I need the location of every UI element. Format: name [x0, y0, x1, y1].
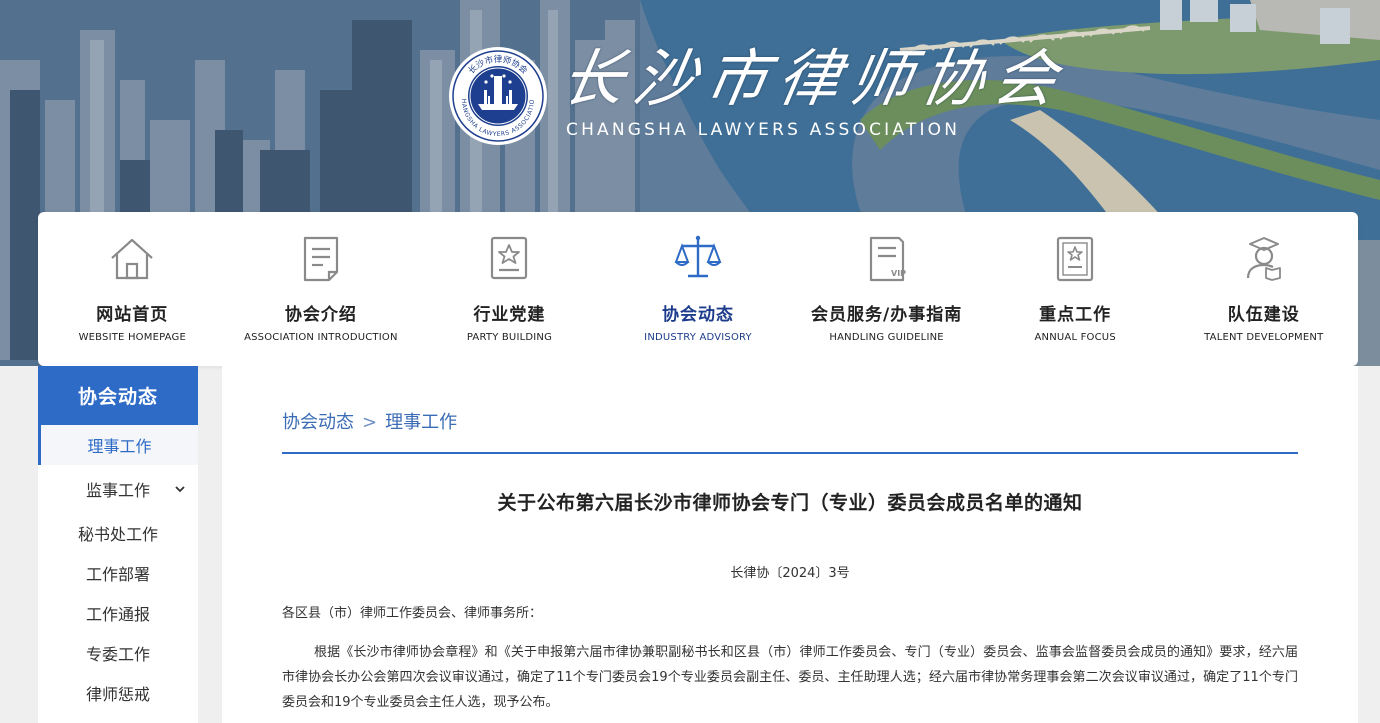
vip-card-icon: VIP	[869, 236, 906, 282]
certificate-icon	[1057, 236, 1094, 282]
svg-text:VIP: VIP	[891, 269, 906, 278]
nav-item-party-building[interactable]: 行业党建 PARTY BUILDING	[415, 212, 604, 366]
main-nav: 网站首页 WEBSITE HOMEPAGE 协会介绍 ASSOCIATION I…	[38, 212, 1358, 366]
nav-label-en: INDUSTRY ADVISORY	[644, 332, 752, 343]
nav-item-member-services[interactable]: VIP 会员服务/办事指南 HANDLING GUIDELINE	[792, 212, 981, 366]
nav-item-key-work[interactable]: 重点工作 ANNUAL FOCUS	[981, 212, 1170, 366]
sidebar: 协会动态 理事工作 监事工作 秘书处工作 工作部署 工作通报 专委工作 律师惩戒	[38, 366, 198, 723]
breadcrumb-item-council-work[interactable]: 理事工作	[385, 412, 457, 433]
sidebar-item-supervisory-work[interactable]: 监事工作	[38, 465, 198, 513]
sidebar-item-label: 专委工作	[85, 645, 150, 664]
graduate-icon	[1246, 237, 1281, 281]
sidebar-item-secretariat-work[interactable]: 秘书处工作	[38, 513, 198, 553]
association-logo: 长沙市律师协会 CHANGSHA LAWYERS ASSOCIATION	[448, 46, 547, 145]
nav-label-en: TALENT DEVELOPMENT	[1204, 332, 1324, 343]
breadcrumb-divider	[282, 452, 1298, 454]
nav-label-zh: 队伍建设	[1227, 305, 1300, 325]
sidebar-item-work-deployment[interactable]: 工作部署	[38, 553, 198, 593]
sidebar-item-lawyer-discipline[interactable]: 律师惩戒	[38, 673, 198, 713]
breadcrumb-item-news[interactable]: 协会动态	[282, 412, 354, 433]
article-salutation: 各区县（市）律师工作委员会、律师事务所：	[282, 606, 543, 621]
sidebar-item-label: 理事工作	[87, 437, 152, 456]
article-body: 根据《长沙市律师协会章程》和《关于申报第六届市律协兼职副秘书长和区县（市）律师工…	[282, 645, 1298, 710]
nav-label-en: WEBSITE HOMEPAGE	[78, 332, 187, 343]
breadcrumb-separator: >	[362, 412, 378, 433]
nav-item-news[interactable]: 协会动态 INDUSTRY ADVISORY	[604, 212, 793, 366]
nav-label-zh: 行业党建	[473, 305, 546, 325]
nav-label-zh: 协会动态	[662, 305, 735, 325]
nav-label-en: PARTY BUILDING	[466, 332, 553, 343]
sidebar-item-label: 秘书处工作	[77, 525, 158, 544]
nav-label-en: ANNUAL FOCUS	[1034, 332, 1116, 343]
document-icon	[303, 236, 338, 282]
nav-label-en: HANDLING GUIDELINE	[829, 332, 944, 343]
scales-icon	[674, 235, 722, 278]
right-gutter	[1358, 366, 1380, 723]
nav-label-zh: 重点工作	[1039, 305, 1112, 325]
house-icon	[111, 238, 154, 280]
nav-label-zh: 协会介绍	[284, 305, 357, 325]
sidebar-item-council-work[interactable]: 理事工作	[38, 425, 198, 465]
breadcrumb: 协会动态 > 理事工作	[282, 408, 457, 434]
nav-item-team-building[interactable]: 队伍建设 TALENT DEVELOPMENT	[1169, 212, 1358, 366]
nav-item-introduction[interactable]: 协会介绍 ASSOCIATION INTRODUCTION	[227, 212, 416, 366]
site-subtitle: CHANGSHA LAWYERS ASSOCIATION	[566, 120, 961, 140]
nav-label-zh: 会员服务/办事指南	[810, 305, 963, 325]
sidebar-item-label: 工作通报	[85, 605, 150, 624]
sidebar-item-committee-work[interactable]: 专委工作	[38, 633, 198, 673]
chevron-down-icon[interactable]	[174, 483, 186, 495]
badge-icon	[491, 236, 528, 280]
document-number: 长律协〔2024〕3号	[730, 566, 850, 581]
nav-label-en: ASSOCIATION INTRODUCTION	[244, 332, 398, 343]
nav-item-homepage[interactable]: 网站首页 WEBSITE HOMEPAGE	[38, 212, 227, 366]
sidebar-title: 协会动态	[38, 366, 198, 425]
sidebar-item-label: 工作部署	[85, 565, 150, 584]
sidebar-item-work-report[interactable]: 工作通报	[38, 593, 198, 633]
sidebar-item-label: 监事工作	[85, 481, 150, 500]
site-title: 长沙市律师协会	[555, 42, 1073, 115]
main-content: 协会动态 > 理事工作 关于公布第六届长沙市律师协会专门（专业）委员会成员名单的通知…	[222, 366, 1358, 723]
sidebar-item-label: 律师惩戒	[85, 685, 150, 704]
article-title: 关于公布第六届长沙市律师协会专门（专业）委员会成员名单的通知	[497, 492, 1083, 514]
nav-label-zh: 网站首页	[96, 305, 169, 325]
